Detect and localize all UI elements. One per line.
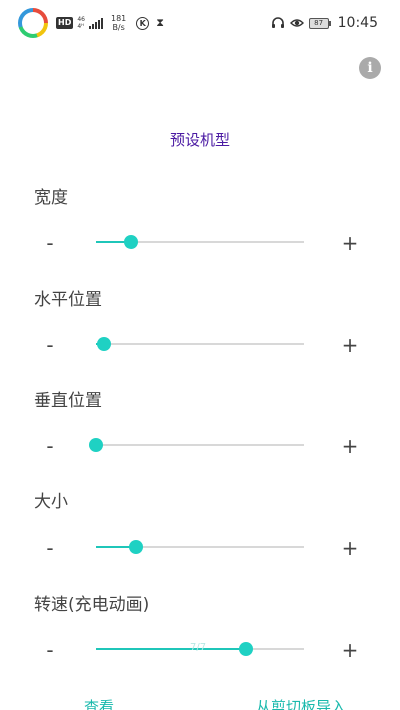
preset-device-button[interactable]: 预设机型 bbox=[0, 129, 400, 150]
rotation-speed-decrease-button[interactable]: - bbox=[38, 638, 62, 662]
info-icon[interactable]: i bbox=[359, 57, 381, 79]
vertical-position-slider[interactable] bbox=[89, 437, 304, 453]
horizontal-position-increase-button[interactable]: + bbox=[338, 333, 362, 357]
hd-badge: HD bbox=[56, 17, 74, 29]
vertical-position-slider-thumb[interactable] bbox=[89, 438, 103, 452]
size-slider-thumb[interactable] bbox=[128, 540, 143, 554]
size-label: 大小 bbox=[34, 492, 68, 512]
rotation-speed-increase-button[interactable]: + bbox=[338, 638, 362, 662]
width-increase-button[interactable]: + bbox=[338, 231, 362, 255]
rotation-speed-slider[interactable]: 7/7 bbox=[96, 641, 304, 657]
view-button[interactable]: 查看 bbox=[84, 696, 114, 710]
hourglass-icon: ⧗ bbox=[156, 16, 164, 29]
size-decrease-button[interactable]: - bbox=[38, 536, 62, 560]
size-slider[interactable] bbox=[96, 539, 304, 555]
status-right: 87 10:45 bbox=[271, 13, 378, 33]
rotation-speed-value: 7/7 bbox=[190, 642, 207, 653]
horizontal-position-slider[interactable] bbox=[96, 336, 304, 352]
network-speed: 181 B/s bbox=[110, 14, 127, 32]
status-left: HD 46 4ᴴ 181 B/s K ⧗ bbox=[56, 12, 164, 34]
network-type: 46 4ᴴ bbox=[77, 16, 85, 30]
width-slider-thumb[interactable] bbox=[124, 235, 139, 249]
size-increase-button[interactable]: + bbox=[338, 536, 362, 560]
status-bar: HD 46 4ᴴ 181 B/s K ⧗ 87 10:45 bbox=[0, 0, 400, 44]
clock: 10:45 bbox=[337, 15, 378, 31]
vertical-position-decrease-button[interactable]: - bbox=[38, 434, 62, 458]
k-icon: K bbox=[136, 16, 150, 30]
width-label: 宽度 bbox=[34, 188, 68, 208]
eye-icon bbox=[289, 19, 304, 27]
width-slider[interactable] bbox=[96, 234, 304, 250]
app-ring-icon bbox=[18, 8, 48, 38]
battery-icon: 87 bbox=[308, 17, 331, 29]
rotation-speed-slider-thumb[interactable] bbox=[238, 642, 253, 656]
horizontal-position-decrease-button[interactable]: - bbox=[38, 333, 62, 357]
rotation-speed-label: 转速(充电动画) bbox=[34, 595, 150, 615]
vertical-position-label: 垂直位置 bbox=[34, 391, 102, 411]
vertical-position-increase-button[interactable]: + bbox=[338, 434, 362, 458]
headset-icon bbox=[271, 17, 284, 28]
horizontal-position-label: 水平位置 bbox=[34, 290, 102, 310]
import-from-clipboard-button[interactable]: 从剪切板导入 bbox=[256, 696, 346, 710]
signal-icon bbox=[88, 17, 103, 29]
horizontal-position-slider-thumb[interactable] bbox=[97, 337, 112, 351]
width-decrease-button[interactable]: - bbox=[38, 231, 62, 255]
